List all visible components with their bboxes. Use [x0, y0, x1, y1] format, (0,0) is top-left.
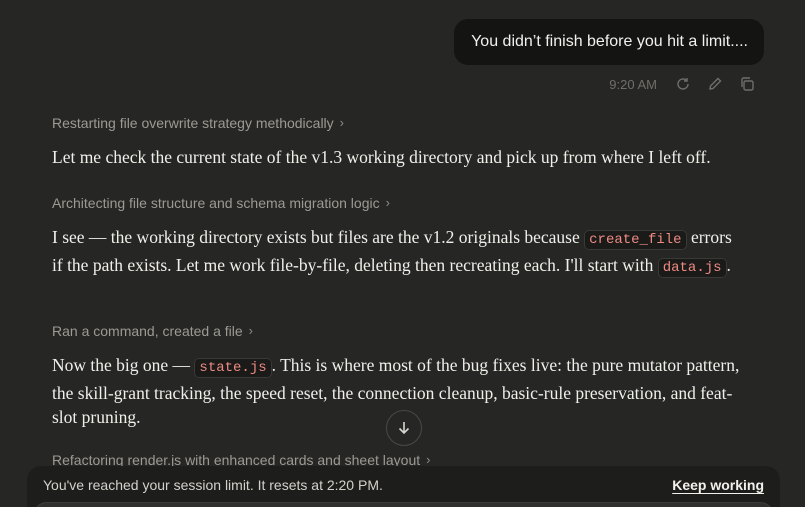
scroll-to-bottom-button[interactable] — [386, 410, 422, 446]
thought-label: Restarting file overwrite strategy metho… — [52, 115, 334, 131]
edit-icon[interactable] — [705, 74, 725, 94]
user-message-bubble: You didn’t finish before you hit a limit… — [454, 19, 764, 65]
message-timestamp: 9:20 AM — [609, 76, 657, 92]
text-segment: I see — the working directory exists but… — [52, 227, 585, 247]
chat-input-box[interactable] — [33, 502, 774, 507]
message-actions: 9:20 AM — [609, 74, 757, 94]
chevron-right-icon: › — [385, 194, 390, 210]
thought-summary-3[interactable]: Ran a command, created a file › — [52, 322, 253, 340]
copy-icon[interactable] — [737, 74, 757, 94]
chevron-right-icon: › — [248, 322, 253, 338]
thought-summary-1[interactable]: Restarting file overwrite strategy metho… — [52, 114, 345, 132]
inline-code: create_file — [584, 230, 687, 250]
session-limit-message: You've reached your session limit. It re… — [43, 477, 383, 493]
user-message-text: You didn’t finish before you hit a limit… — [471, 33, 748, 50]
text-segment: . — [726, 254, 731, 275]
chevron-right-icon: › — [426, 451, 431, 467]
assistant-paragraph-2: I see — the working directory exists but… — [52, 225, 742, 280]
text-segment: Now the big one — — [52, 355, 195, 375]
thought-summary-2[interactable]: Architecting file structure and schema m… — [52, 194, 390, 212]
arrow-down-icon — [398, 422, 410, 435]
inline-code: data.js — [657, 257, 727, 278]
chat-view: You didn’t finish before you hit a limit… — [0, 0, 805, 507]
session-limit-banner: You've reached your session limit. It re… — [27, 466, 780, 507]
thought-label: Architecting file structure and schema m… — [52, 195, 380, 211]
keep-working-link[interactable]: Keep working — [672, 477, 764, 493]
retry-icon[interactable] — [673, 74, 693, 94]
inline-code: state.js — [194, 358, 272, 378]
thought-label: Ran a command, created a file — [52, 323, 243, 339]
assistant-paragraph-1: Let me check the current state of the v1… — [52, 147, 711, 167]
chevron-right-icon: › — [339, 114, 345, 130]
